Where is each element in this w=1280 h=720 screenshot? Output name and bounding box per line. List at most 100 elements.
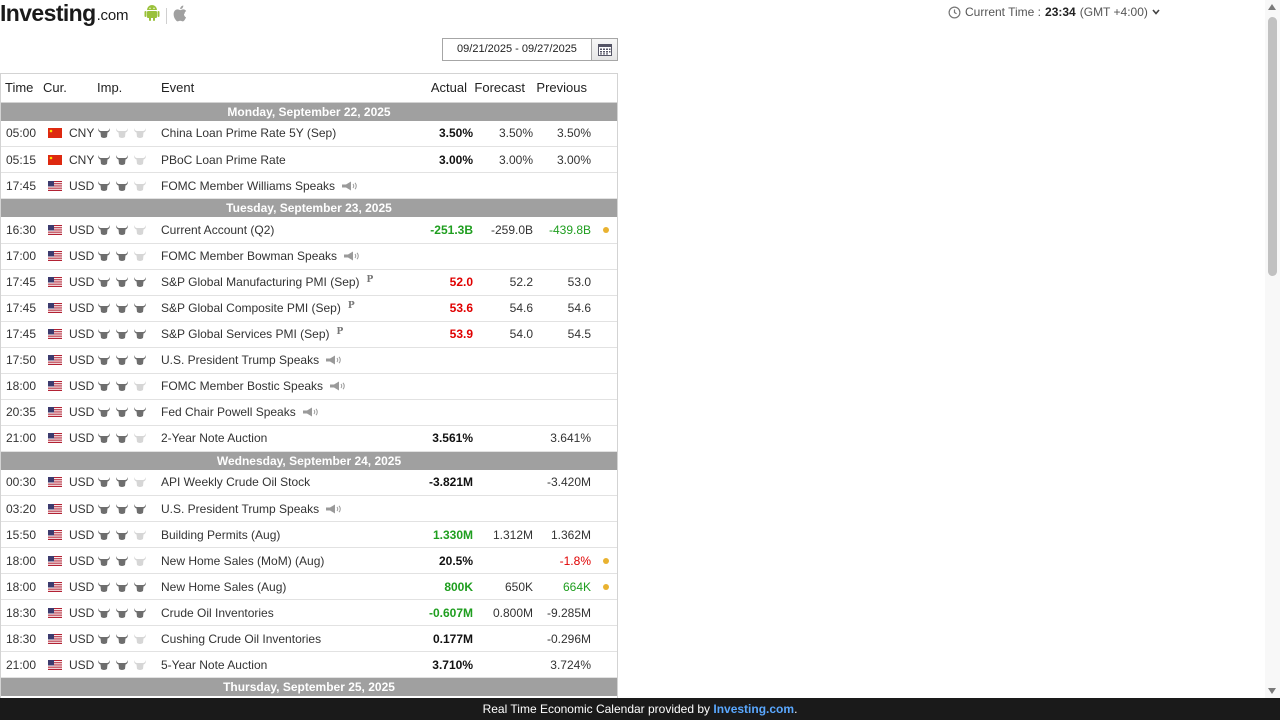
table-row[interactable]: 18:00 USD New Home Sales (Aug) 800K 650K 664K bbox=[1, 573, 617, 600]
event-name[interactable]: S&P Global Composite PMI (Sep) bbox=[161, 301, 341, 315]
investing-logo[interactable]: Investing .com bbox=[0, 0, 128, 26]
event-previous: 1.362M bbox=[533, 521, 591, 548]
event-cell[interactable]: S&P Global Manufacturing PMI (Sep) P bbox=[161, 269, 421, 296]
event-name[interactable]: FOMC Member Bostic Speaks bbox=[161, 379, 323, 393]
event-cell[interactable]: U.S. President Trump Speaks bbox=[161, 347, 421, 374]
table-row[interactable]: 17:45 USD S&P Global Manufacturing PMI (Se… bbox=[1, 269, 617, 296]
date-range-input[interactable]: 09/21/2025 - 09/27/2025 bbox=[442, 38, 592, 61]
table-row[interactable]: 05:15 CNY PBoC Loan Prime Rate 3.00% 3.00% 3.… bbox=[1, 146, 617, 173]
event-cell[interactable]: Current Account (Q2) bbox=[161, 217, 421, 244]
event-name[interactable]: 5-Year Note Auction bbox=[161, 658, 267, 672]
current-time-dropdown[interactable]: Current Time : 23:34 (GMT +4:00) bbox=[948, 5, 1160, 19]
event-currency-cell: USD bbox=[43, 425, 97, 452]
logo-suffix: .com bbox=[96, 7, 129, 24]
event-cell[interactable]: Crude Oil Inventories bbox=[161, 599, 421, 626]
event-previous: 3.00% bbox=[533, 146, 591, 173]
event-time: 21:00 bbox=[1, 425, 43, 452]
logo-text: Investing bbox=[0, 0, 96, 26]
event-name[interactable]: China Loan Prime Rate 5Y (Sep) bbox=[161, 126, 336, 140]
event-previous: -0.296M bbox=[533, 625, 591, 652]
event-name[interactable]: 2-Year Note Auction bbox=[161, 431, 267, 445]
event-name[interactable]: FOMC Member Williams Speaks bbox=[161, 179, 335, 193]
economic-calendar: Time Cur. Imp. Event Actual Forecast Pre… bbox=[0, 73, 618, 720]
table-row[interactable]: 03:20 USD U.S. President Trump Speaks bbox=[1, 495, 617, 522]
event-cell[interactable]: Fed Chair Powell Speaks bbox=[161, 399, 421, 426]
android-icon[interactable] bbox=[144, 4, 160, 27]
event-name[interactable]: New Home Sales (MoM) (Aug) bbox=[161, 554, 324, 568]
event-currency: USD bbox=[69, 222, 95, 237]
event-currency-cell: USD bbox=[43, 243, 97, 270]
table-row[interactable]: 17:00 USD FOMC Member Bowman Speaks bbox=[1, 243, 617, 270]
event-name[interactable]: S&P Global Manufacturing PMI (Sep) bbox=[161, 275, 360, 289]
calendar-button[interactable] bbox=[592, 38, 618, 61]
event-cell[interactable]: FOMC Member Williams Speaks bbox=[161, 172, 421, 199]
header-forecast: Forecast bbox=[473, 74, 533, 103]
event-name[interactable]: S&P Global Services PMI (Sep) bbox=[161, 327, 330, 341]
flag-us-icon bbox=[48, 302, 62, 313]
event-cell[interactable]: S&P Global Composite PMI (Sep) P bbox=[161, 295, 421, 322]
event-cell[interactable]: PBoC Loan Prime Rate bbox=[161, 146, 421, 173]
importance-bulls-icon bbox=[97, 217, 161, 244]
event-name[interactable]: API Weekly Crude Oil Stock bbox=[161, 475, 310, 489]
event-cell[interactable]: U.S. President Trump Speaks bbox=[161, 495, 421, 522]
table-row[interactable]: 18:30 USD Cushing Crude Oil Inventories 0.1… bbox=[1, 625, 617, 652]
table-row[interactable]: 16:30 USD Current Account (Q2) -251.3B -259.… bbox=[1, 217, 617, 244]
event-cell[interactable]: S&P Global Services PMI (Sep) P bbox=[161, 321, 421, 348]
table-row[interactable]: 05:00 CNY China Loan Prime Rate 5Y (Sep) 3.… bbox=[1, 120, 617, 147]
event-currency: USD bbox=[69, 327, 95, 341]
event-previous bbox=[533, 243, 591, 270]
table-row[interactable]: 21:00 USD 2-Year Note Auction 3.561% 3.641% bbox=[1, 425, 617, 452]
alert-cell[interactable] bbox=[591, 217, 617, 244]
event-name[interactable]: PBoC Loan Prime Rate bbox=[161, 153, 286, 167]
page-scrollbar[interactable] bbox=[1265, 0, 1280, 698]
header-actual: Actual bbox=[421, 74, 473, 103]
event-cell[interactable]: New Home Sales (MoM) (Aug) bbox=[161, 547, 421, 574]
table-row[interactable]: 21:00 USD 5-Year Note Auction 3.710% 3.724% bbox=[1, 651, 617, 678]
event-name[interactable]: Crude Oil Inventories bbox=[161, 606, 274, 620]
event-cell[interactable]: 2-Year Note Auction bbox=[161, 425, 421, 452]
flag-us-icon bbox=[48, 503, 62, 514]
event-cell[interactable]: FOMC Member Bostic Speaks bbox=[161, 373, 421, 400]
event-previous: 664K bbox=[533, 573, 591, 600]
event-cell[interactable]: New Home Sales (Aug) bbox=[161, 573, 421, 600]
table-row[interactable]: 18:00 USD FOMC Member Bostic Speaks bbox=[1, 373, 617, 400]
event-currency-cell: USD bbox=[43, 625, 97, 652]
event-cell[interactable]: China Loan Prime Rate 5Y (Sep) bbox=[161, 120, 421, 147]
table-row[interactable]: 00:30 USD API Weekly Crude Oil Stock -3.821… bbox=[1, 469, 617, 496]
alert-cell[interactable] bbox=[591, 573, 617, 600]
event-cell[interactable]: Building Permits (Aug) bbox=[161, 521, 421, 548]
table-row[interactable]: 17:45 USD S&P Global Services PMI (Sep) P 53… bbox=[1, 321, 617, 348]
event-cell[interactable]: FOMC Member Bowman Speaks bbox=[161, 243, 421, 270]
scroll-down-arrow[interactable] bbox=[1268, 688, 1276, 694]
alert-cell[interactable] bbox=[591, 547, 617, 574]
event-name[interactable]: Current Account (Q2) bbox=[161, 223, 274, 237]
event-name[interactable]: U.S. President Trump Speaks bbox=[161, 353, 319, 367]
event-forecast: 650K bbox=[473, 573, 533, 600]
apple-icon[interactable] bbox=[173, 5, 187, 27]
scroll-thumb[interactable] bbox=[1268, 17, 1277, 276]
event-name[interactable]: FOMC Member Bowman Speaks bbox=[161, 249, 337, 263]
table-row[interactable]: 17:45 USD S&P Global Composite PMI (Sep) P 5… bbox=[1, 295, 617, 322]
table-row[interactable]: 17:50 USD U.S. President Trump Speaks bbox=[1, 347, 617, 374]
table-row[interactable]: 15:50 USD Building Permits (Aug) 1.330M 1.31… bbox=[1, 521, 617, 548]
table-row[interactable]: 18:00 USD New Home Sales (MoM) (Aug) 20.5% -… bbox=[1, 547, 617, 574]
day-header-row: Thursday, September 25, 2025 bbox=[1, 677, 617, 696]
event-cell[interactable]: Cushing Crude Oil Inventories bbox=[161, 625, 421, 652]
importance-bulls-icon bbox=[97, 573, 161, 600]
footer-link[interactable]: Investing.com bbox=[713, 702, 794, 716]
event-cell[interactable]: API Weekly Crude Oil Stock bbox=[161, 469, 421, 496]
table-row[interactable]: 20:35 USD Fed Chair Powell Speaks bbox=[1, 399, 617, 426]
event-name[interactable]: New Home Sales (Aug) bbox=[161, 580, 286, 594]
flag-us-icon bbox=[48, 633, 62, 644]
event-forecast: 52.2 bbox=[473, 269, 533, 296]
event-name[interactable]: U.S. President Trump Speaks bbox=[161, 502, 319, 516]
event-forecast: 3.50% bbox=[473, 120, 533, 147]
table-row[interactable]: 18:30 USD Crude Oil Inventories -0.607M 0.80… bbox=[1, 599, 617, 626]
event-name[interactable]: Fed Chair Powell Speaks bbox=[161, 405, 296, 419]
event-cell[interactable]: 5-Year Note Auction bbox=[161, 651, 421, 678]
event-name[interactable]: Cushing Crude Oil Inventories bbox=[161, 632, 321, 646]
importance-bulls-icon bbox=[97, 521, 161, 548]
event-name[interactable]: Building Permits (Aug) bbox=[161, 528, 280, 542]
scroll-up-arrow[interactable] bbox=[1268, 4, 1276, 10]
table-row[interactable]: 17:45 USD FOMC Member Williams Speaks bbox=[1, 172, 617, 199]
